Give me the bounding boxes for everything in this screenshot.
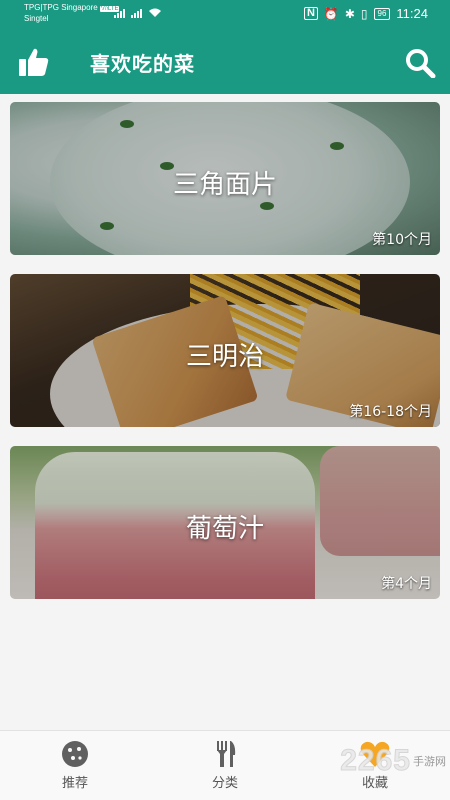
cookie-icon <box>62 741 88 767</box>
vibrate-icon: ▯ <box>360 6 368 21</box>
app-bar: 喜欢吃的菜 <box>0 30 450 94</box>
carrier-name: TPG|TPG Singapore <box>24 3 98 12</box>
utensils-icon <box>217 741 236 767</box>
watermark-number: 2265 <box>340 744 411 778</box>
tab-label: 推荐 <box>61 776 88 791</box>
alarm-icon: ⏰ <box>323 6 339 21</box>
dish-age: 第10个月 <box>372 232 432 248</box>
tab-recommend[interactable]: 推荐 <box>0 731 150 800</box>
signal-icon-2 <box>131 8 143 18</box>
battery-indicator: 96 <box>373 7 391 20</box>
clock: 11:24 <box>396 6 428 21</box>
nfc-icon: N <box>303 7 318 20</box>
network-type: 4G <box>100 8 109 14</box>
dish-card[interactable]: 三角面片 第10个月 <box>10 102 440 255</box>
bluetooth-icon: ✱ <box>344 6 355 21</box>
dish-name: 三角面片 <box>172 170 277 200</box>
signal-indicators: 4G <box>100 8 162 18</box>
wifi-icon <box>149 8 162 17</box>
page-title: 喜欢吃的菜 <box>90 52 195 76</box>
search-icon[interactable] <box>404 48 436 78</box>
dish-age: 第4个月 <box>381 576 432 592</box>
dish-name: 葡萄汁 <box>185 514 264 544</box>
dish-card[interactable]: 葡萄汁 第4个月 <box>10 446 440 599</box>
signal-icon <box>114 8 126 18</box>
watermark: 2265 手游网 <box>340 744 446 778</box>
thumbs-up-icon[interactable] <box>18 46 50 78</box>
tab-category[interactable]: 分类 <box>150 731 300 800</box>
dish-age: 第16-18个月 <box>349 404 432 420</box>
status-right: N ⏰ ✱ ▯ 96 11:24 <box>303 6 428 21</box>
watermark-text: 手游网 <box>413 755 446 768</box>
tab-label: 分类 <box>211 776 238 791</box>
status-bar: TPG|TPG Singapore VoLTE Singtel 4G N ⏰ ✱… <box>0 0 450 30</box>
dish-card[interactable]: 三明治 第16-18个月 <box>10 274 440 427</box>
dish-name: 三明治 <box>185 342 264 372</box>
